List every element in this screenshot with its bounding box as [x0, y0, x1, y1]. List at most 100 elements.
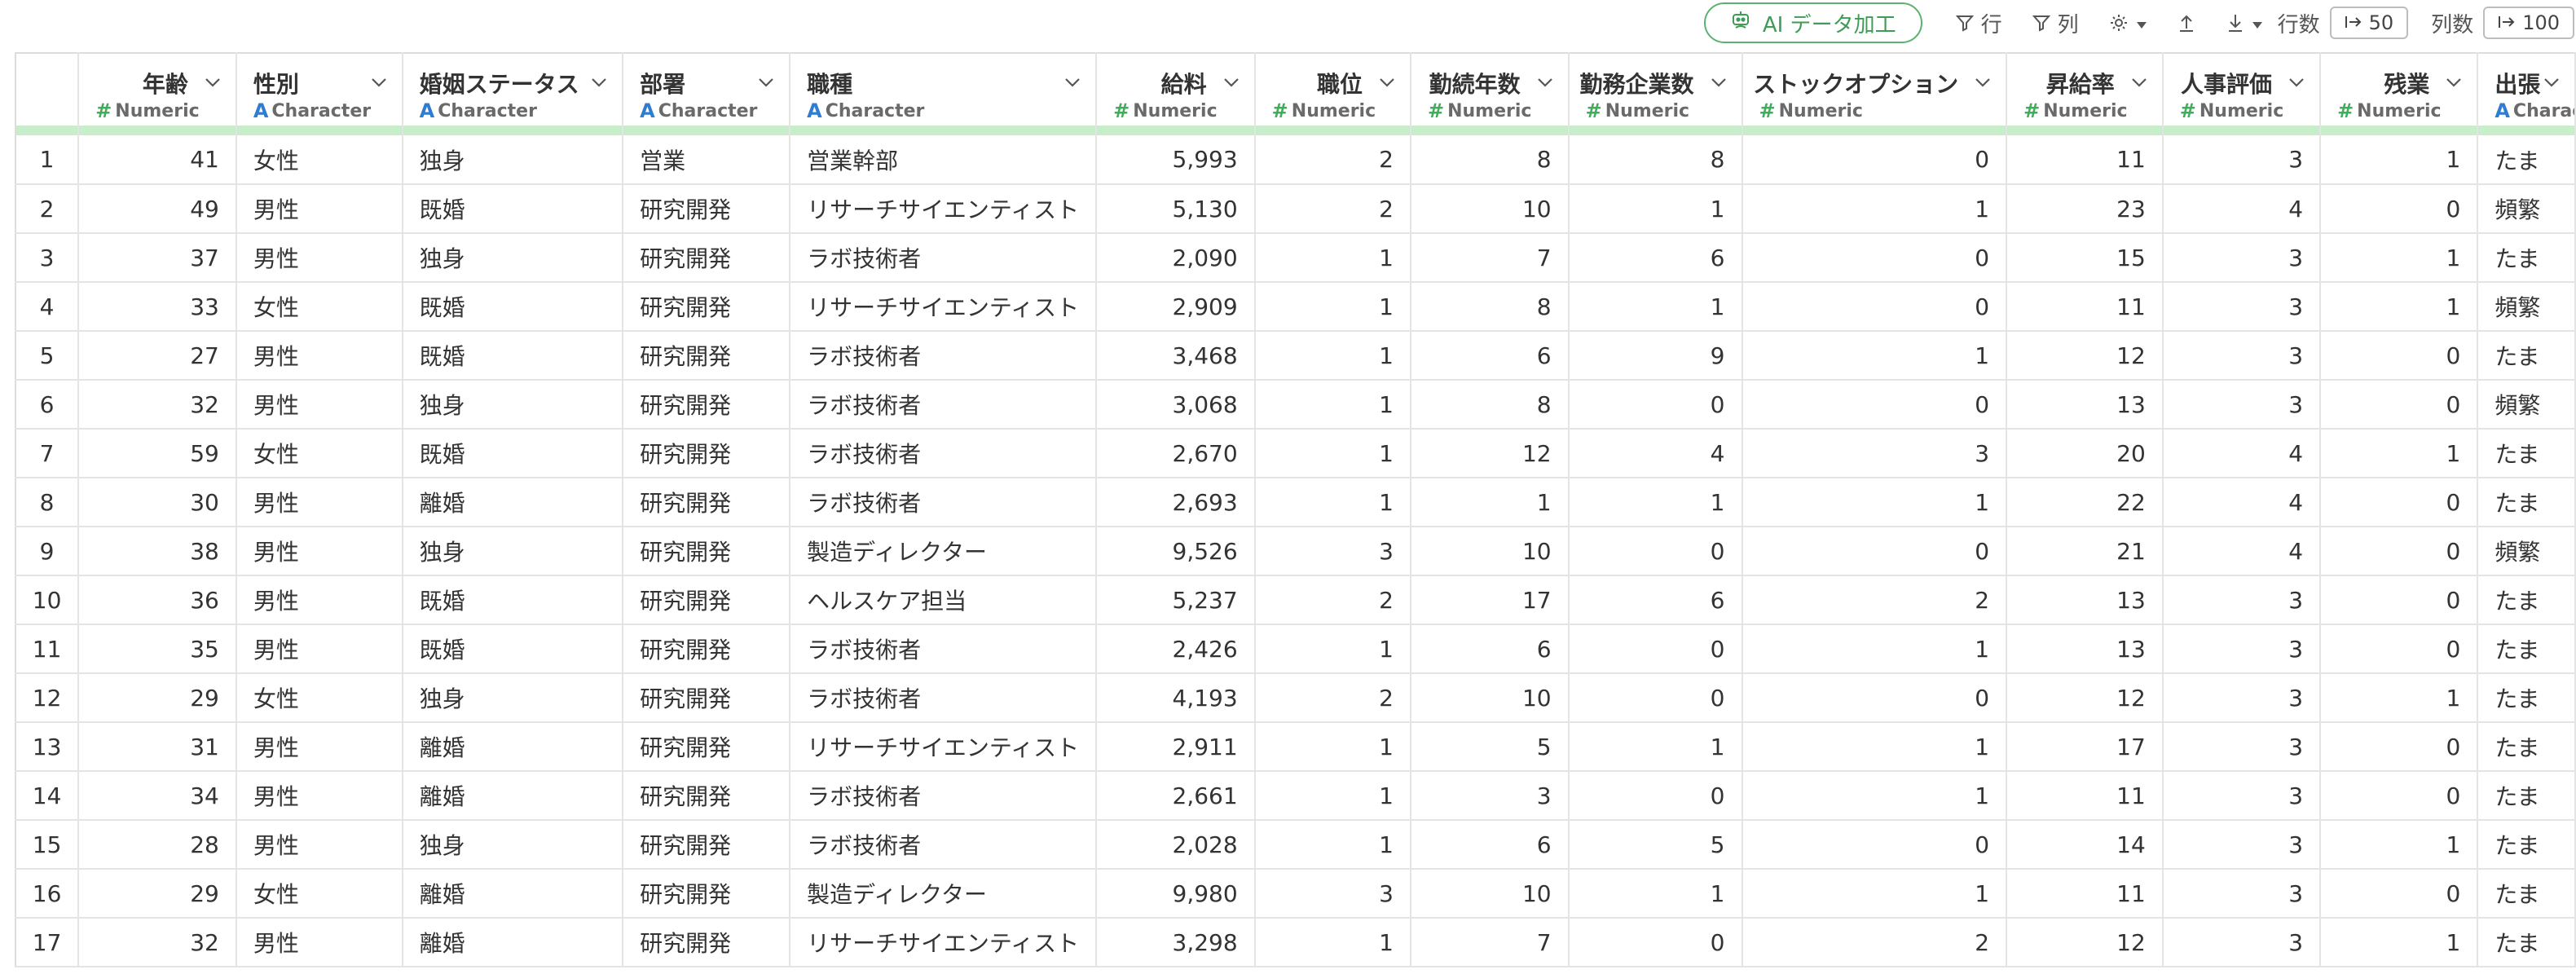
table-cell[interactable]: 既婚 — [402, 624, 624, 674]
table-cell[interactable]: 17 — [1410, 575, 1570, 625]
table-row[interactable]: 13 31 男性 離婚 研究開発 リサーチサイエンティスト 2,911 1 5 1 1 17 3 0 たま — [15, 722, 2576, 772]
chevron-down-icon[interactable] — [2131, 75, 2147, 90]
table-cell[interactable]: 2,661 — [1096, 771, 1256, 821]
table-cell[interactable]: 5 — [1568, 820, 1743, 870]
table-cell[interactable]: 1 — [1254, 820, 1411, 870]
chevron-down-icon[interactable] — [2288, 75, 2305, 90]
row-index[interactable]: 4 — [15, 282, 80, 332]
table-row[interactable]: 7 59 女性 既婚 研究開発 ラボ技術者 2,670 1 12 4 3 20 4 1 たま — [15, 429, 2576, 478]
table-cell[interactable]: 頻繁 — [2477, 527, 2576, 576]
table-row[interactable]: 5 27 男性 既婚 研究開発 ラボ技術者 3,468 1 6 9 1 12 3 0 たま — [15, 331, 2576, 381]
table-cell[interactable]: 3 — [2162, 135, 2322, 185]
table-cell[interactable]: 9,526 — [1096, 527, 1256, 576]
table-cell[interactable]: 0 — [1742, 673, 2008, 723]
table-cell[interactable]: 11 — [2006, 771, 2164, 821]
table-cell[interactable]: 3 — [2162, 722, 2322, 772]
chevron-down-icon[interactable] — [1711, 75, 1727, 90]
table-cell[interactable]: 1 — [1254, 380, 1411, 430]
chevron-down-icon[interactable] — [205, 75, 221, 90]
column-header[interactable]: 職種 A Character — [790, 52, 1098, 135]
table-row[interactable]: 9 38 男性 独身 研究開発 製造ディレクター 9,526 3 10 0 0 21 4 0 頻繁 — [15, 527, 2576, 576]
table-cell[interactable]: 研究開発 — [623, 331, 791, 381]
table-cell[interactable]: 研究開発 — [623, 184, 791, 234]
table-cell[interactable]: リサーチサイエンティスト — [790, 918, 1098, 967]
table-cell[interactable]: 8 — [1410, 282, 1570, 332]
table-cell[interactable]: ラボ技術者 — [790, 429, 1098, 478]
table-cell[interactable]: 1 — [1254, 722, 1411, 772]
table-cell[interactable]: 38 — [78, 527, 237, 576]
chevron-down-icon[interactable] — [1223, 75, 1240, 90]
row-index[interactable]: 3 — [15, 233, 80, 283]
table-cell[interactable]: 4 — [2162, 527, 2322, 576]
table-cell[interactable]: 12 — [2006, 331, 2164, 381]
table-cell[interactable]: 3 — [1254, 527, 1411, 576]
table-cell[interactable]: 0 — [1568, 918, 1743, 967]
chevron-down-icon[interactable] — [758, 75, 774, 90]
table-cell[interactable]: 2 — [1254, 184, 1411, 234]
table-cell[interactable]: 4 — [2162, 429, 2322, 478]
table-cell[interactable]: 3 — [2162, 331, 2322, 381]
table-cell[interactable]: 男性 — [236, 184, 403, 234]
table-cell[interactable]: 2 — [1254, 135, 1411, 185]
table-cell[interactable]: 3,298 — [1096, 918, 1256, 967]
table-cell[interactable]: 1 — [1568, 478, 1743, 527]
table-cell[interactable]: 1 — [1254, 771, 1411, 821]
table-cell[interactable]: 2,028 — [1096, 820, 1256, 870]
row-index[interactable]: 15 — [15, 820, 80, 870]
table-cell[interactable]: 1 — [1742, 869, 2008, 919]
table-cell[interactable]: 3 — [2162, 233, 2322, 283]
table-cell[interactable]: 2 — [1254, 673, 1411, 723]
table-cell[interactable]: 13 — [2006, 624, 2164, 674]
table-cell[interactable]: 2 — [1254, 575, 1411, 625]
table-cell[interactable]: 32 — [78, 918, 237, 967]
table-cell[interactable]: 独身 — [402, 233, 624, 283]
table-cell[interactable]: 2,670 — [1096, 429, 1256, 478]
table-cell[interactable]: 0 — [2320, 869, 2479, 919]
table-cell[interactable]: 独身 — [402, 673, 624, 723]
table-cell[interactable]: 男性 — [236, 575, 403, 625]
row-filter-button[interactable]: 行 — [1955, 8, 2002, 38]
table-row[interactable]: 16 29 女性 離婚 研究開発 製造ディレクター 9,980 3 10 1 1 11 3 0 たま — [15, 869, 2576, 919]
table-cell[interactable]: 0 — [1742, 527, 2008, 576]
table-cell[interactable]: 1 — [1742, 722, 2008, 772]
table-cell[interactable]: 4 — [2162, 184, 2322, 234]
column-header[interactable]: 給料 # Numeric — [1096, 52, 1256, 135]
table-cell[interactable]: 2 — [1742, 918, 2008, 967]
row-index[interactable]: 16 — [15, 869, 80, 919]
table-cell[interactable]: 研究開発 — [623, 722, 791, 772]
table-cell[interactable]: 5,993 — [1096, 135, 1256, 185]
column-header[interactable]: 出張ACharacter — [2477, 52, 2576, 135]
table-cell[interactable]: 1 — [1568, 869, 1743, 919]
column-header[interactable]: 婚姻ステータス A Character — [402, 52, 624, 135]
table-cell[interactable]: 頻繁 — [2477, 380, 2576, 430]
table-cell[interactable]: 1 — [2320, 429, 2479, 478]
table-cell[interactable]: 研究開発 — [623, 575, 791, 625]
table-cell[interactable]: 5 — [1410, 722, 1570, 772]
table-cell[interactable]: 女性 — [236, 673, 403, 723]
table-cell[interactable]: 32 — [78, 380, 237, 430]
table-cell[interactable]: 既婚 — [402, 184, 624, 234]
table-cell[interactable]: 12 — [2006, 918, 2164, 967]
table-cell[interactable]: 離婚 — [402, 478, 624, 527]
table-cell[interactable]: 研究開発 — [623, 771, 791, 821]
table-cell[interactable]: 独身 — [402, 135, 624, 185]
chevron-down-icon[interactable] — [1537, 75, 1553, 90]
table-cell[interactable]: 1 — [1742, 771, 2008, 821]
table-cell[interactable]: たま — [2477, 478, 2576, 527]
table-cell[interactable]: ラボ技術者 — [790, 771, 1098, 821]
column-header[interactable]: 年齢 # Numeric — [78, 52, 237, 135]
table-cell[interactable]: 9 — [1568, 331, 1743, 381]
table-cell[interactable]: 23 — [2006, 184, 2164, 234]
table-cell[interactable]: 頻繁 — [2477, 184, 2576, 234]
table-cell[interactable]: 3 — [2162, 575, 2322, 625]
table-cell[interactable]: 女性 — [236, 135, 403, 185]
chevron-down-icon[interactable] — [1379, 75, 1395, 90]
table-cell[interactable]: 2,909 — [1096, 282, 1256, 332]
table-cell[interactable]: 離婚 — [402, 918, 624, 967]
table-cell[interactable]: 6 — [1568, 233, 1743, 283]
table-row[interactable]: 12 29 女性 独身 研究開発 ラボ技術者 4,193 2 10 0 0 12 3 1 たま — [15, 673, 2576, 723]
table-cell[interactable]: 1 — [1568, 184, 1743, 234]
table-row[interactable]: 11 35 男性 既婚 研究開発 ラボ技術者 2,426 1 6 0 1 13 3 0 たま — [15, 624, 2576, 674]
table-cell[interactable]: たま — [2477, 233, 2576, 283]
table-cell[interactable]: 営業 — [623, 135, 791, 185]
